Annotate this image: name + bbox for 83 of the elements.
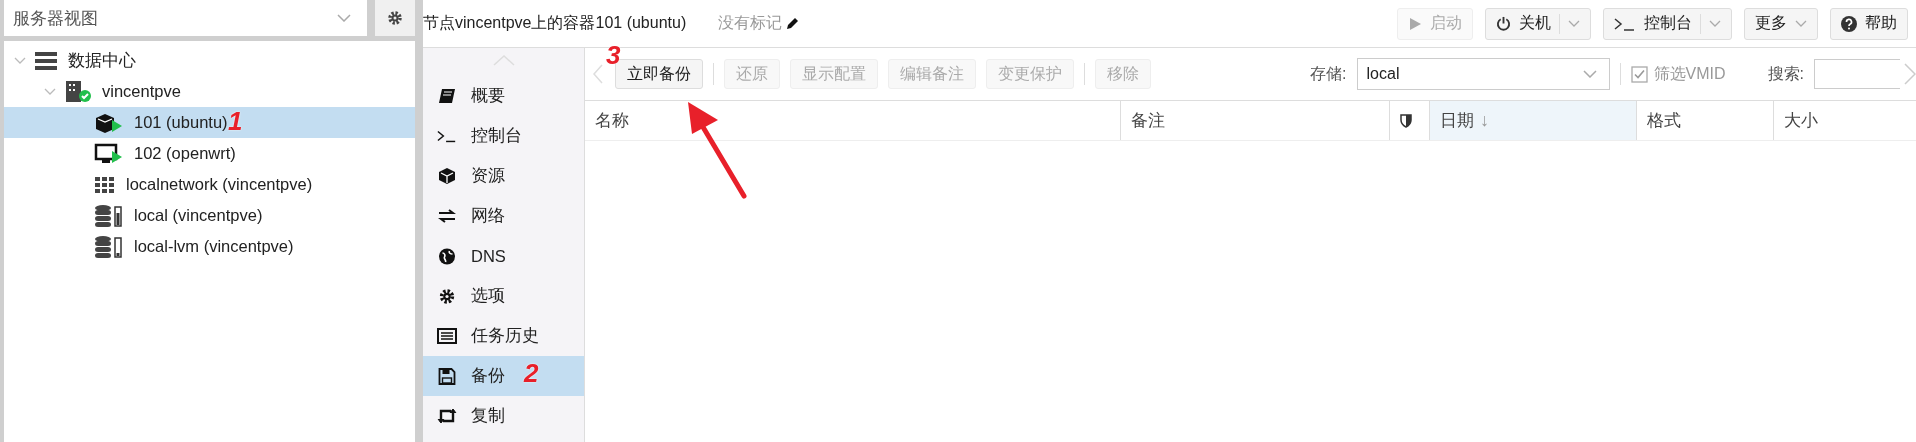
toolbar-button[interactable]: 帮助	[1830, 7, 1908, 40]
list-icon	[437, 328, 457, 344]
tree-row[interactable]: vincentpve	[4, 76, 415, 107]
nav-label: 网络	[471, 205, 505, 226]
nav-row[interactable]: 复制	[423, 396, 584, 436]
column-header[interactable]: 格式	[1637, 101, 1774, 140]
cube-icon	[437, 167, 457, 185]
help-icon	[1841, 15, 1857, 32]
scroll-left-icon[interactable]	[593, 64, 603, 84]
toolbar-button[interactable]: 关机	[1485, 7, 1591, 40]
nav-row[interactable]: DNS	[423, 236, 584, 276]
retweet-icon	[437, 408, 457, 424]
caret-icon	[1568, 20, 1580, 27]
settings-button[interactable]	[375, 0, 415, 36]
settings-icon	[387, 10, 403, 26]
nav-label: 备份	[471, 365, 505, 386]
nav-row[interactable]: 任务历史	[423, 316, 584, 356]
caret-icon	[1582, 70, 1597, 78]
tree-label: localnetwork (vincentpve)	[126, 175, 313, 194]
nav-label: 复制	[471, 405, 505, 426]
monitor-play-icon	[94, 142, 124, 165]
tree-row[interactable]: local-lvm (vincentpve)	[4, 231, 415, 262]
column-header[interactable]: 日期 ↓	[1430, 101, 1637, 140]
toolbar-button[interactable]: 更多	[1744, 7, 1818, 40]
cube-play-icon	[94, 111, 124, 134]
terminal-icon	[1614, 16, 1636, 31]
building-check-icon	[64, 79, 92, 104]
arrows-icon	[437, 209, 457, 223]
pencil-icon[interactable]	[785, 16, 800, 31]
tree-label: local-lvm (vincentpve)	[134, 237, 294, 256]
search-field[interactable]	[1814, 59, 1900, 89]
nav-label: DNS	[471, 246, 506, 266]
storage-label: 存储:	[1310, 63, 1347, 84]
gear-icon	[437, 287, 457, 305]
shield-icon	[1400, 113, 1412, 128]
nav-row[interactable]: 资源	[423, 156, 584, 196]
scroll-up-icon[interactable]	[492, 54, 515, 66]
annotation-number: 2	[524, 360, 539, 386]
power-icon	[1496, 16, 1511, 31]
tree-row[interactable]: local (vincentpve)	[4, 200, 415, 231]
tags-label: 没有标记	[718, 13, 783, 33]
storage-select[interactable]: local	[1356, 58, 1610, 90]
toolbar-button[interactable]: 控制台	[1603, 7, 1732, 40]
grid-icon	[94, 175, 116, 194]
tree-label: local (vincentpve)	[134, 206, 263, 225]
column-header[interactable]: 备注	[1121, 101, 1390, 140]
annotation-number: 1	[228, 108, 243, 134]
expander-icon[interactable]	[14, 56, 26, 65]
tree-row[interactable]: localnetwork (vincentpve)	[4, 169, 415, 200]
caret-icon	[1795, 20, 1807, 27]
nav-row[interactable]: 概要	[423, 76, 584, 116]
book-icon	[437, 88, 457, 104]
view-select[interactable]: 服务器视图	[4, 0, 367, 36]
play-icon	[1408, 16, 1422, 31]
tree-label: 102 (openwrt)	[134, 144, 236, 163]
tree-label: vincentpve	[102, 82, 181, 101]
nav-label: 资源	[471, 165, 505, 186]
caret-icon	[337, 14, 351, 22]
tree-row[interactable]: 101 (ubuntu)1	[4, 107, 415, 138]
globe-icon	[437, 247, 457, 265]
checkbox-icon	[1630, 65, 1648, 83]
nav-row[interactable]: 备份 2	[423, 356, 584, 396]
tree-row[interactable]: 102 (openwrt)	[4, 138, 415, 169]
panel-title: 节点vincentpve上的容器101 (ubuntu)	[423, 13, 687, 33]
tree-label: 101 (ubuntu)	[134, 113, 228, 132]
terminal-icon	[437, 129, 457, 143]
nav-row[interactable]: 控制台	[423, 116, 584, 156]
database-icon	[94, 203, 124, 228]
nav-label: 任务历史	[471, 325, 539, 346]
search-label: 搜索:	[1767, 63, 1804, 84]
scroll-right-icon[interactable]	[1904, 63, 1916, 85]
tree-row[interactable]: 数据中心	[4, 45, 415, 76]
server-rack-icon	[34, 50, 58, 71]
caret-icon	[1709, 20, 1721, 27]
nav-label: 概要	[471, 85, 505, 106]
database-icon	[94, 234, 124, 259]
nav-row[interactable]: 选项	[423, 276, 584, 316]
nav-row[interactable]: 网络	[423, 196, 584, 236]
nav-label: 选项	[471, 285, 505, 306]
column-header[interactable]: 大小	[1774, 101, 1916, 140]
nav-label: 控制台	[471, 125, 522, 146]
tree-label: 数据中心	[68, 49, 136, 71]
expander-icon[interactable]	[44, 87, 56, 96]
